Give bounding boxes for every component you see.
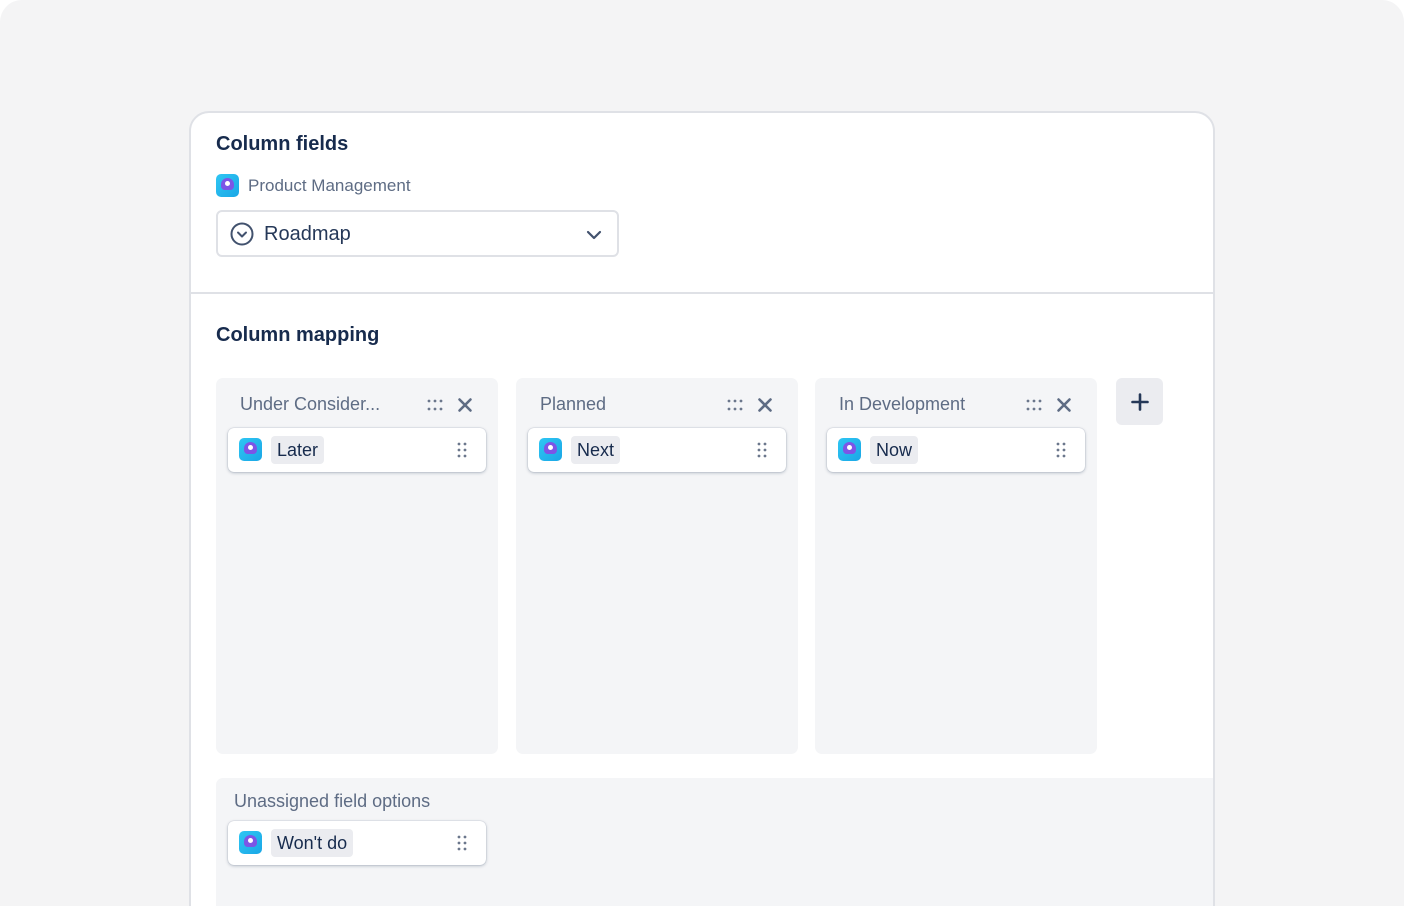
drag-handle-icon[interactable] [456,441,468,459]
column-header-label[interactable]: Under Consider... [240,394,380,415]
drag-handle-icon[interactable] [1025,398,1043,412]
mapping-column-in-development: In Development Now [815,378,1097,754]
drag-handle-icon[interactable] [1055,441,1067,459]
close-icon[interactable] [456,396,474,414]
product-app-icon [239,438,262,461]
column-header-label[interactable]: Planned [540,394,606,415]
field-select-value: Roadmap [264,223,351,245]
product-app-icon [239,831,262,854]
field-source-label: Product Management [248,175,411,195]
field-option-card[interactable]: Next [528,428,786,472]
field-source: Product Management [216,174,411,197]
select-field-icon [230,222,254,246]
page-background: Column fields Product Management Roadmap… [0,0,1404,906]
mapping-column-under-consideration: Under Consider... Later [216,378,498,754]
field-option-card[interactable]: Won't do [228,821,486,865]
product-app-icon [539,438,562,461]
column-settings-panel: Column fields Product Management Roadmap… [189,111,1215,906]
unassigned-options-area: Unassigned field options Won't do [216,778,1213,906]
field-option-label: Later [271,436,325,464]
chevron-down-icon[interactable] [585,226,603,244]
drag-handle-icon[interactable] [756,441,768,459]
field-option-label: Now [870,436,919,464]
close-icon[interactable] [756,396,774,414]
mapping-column-planned: Planned Next [516,378,798,754]
field-option-card[interactable]: Later [228,428,486,472]
unassigned-options-title: Unassigned field options [234,791,431,811]
column-mapping-title: Column mapping [216,324,380,346]
plus-icon [1130,392,1149,411]
section-divider [191,292,1213,294]
product-app-icon [838,438,861,461]
column-header-label[interactable]: In Development [839,394,965,415]
drag-handle-icon[interactable] [456,834,468,852]
drag-handle-icon[interactable] [726,398,744,412]
field-option-label: Won't do [271,829,354,857]
column-fields-title: Column fields [216,133,349,155]
product-app-icon [216,174,239,197]
field-option-label: Next [571,436,621,464]
close-icon[interactable] [1055,396,1073,414]
add-column-button[interactable] [1116,378,1163,425]
drag-handle-icon[interactable] [426,398,444,412]
field-select[interactable]: Roadmap [216,210,619,257]
field-option-card[interactable]: Now [827,428,1085,472]
